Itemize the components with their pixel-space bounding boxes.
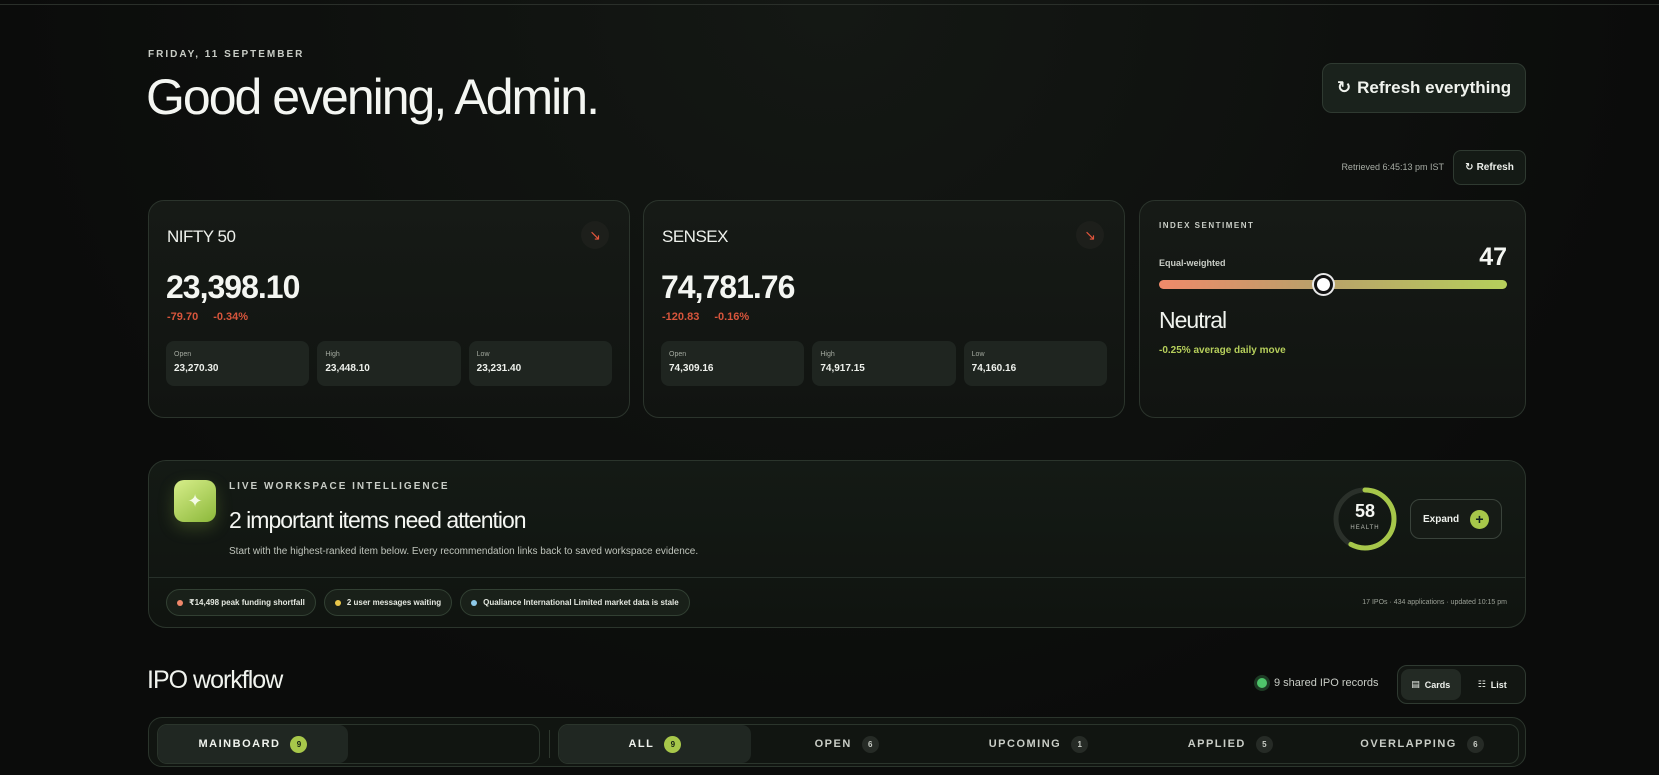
index-stats: Open 74,309.16 High 74,917.15 Low 74,160.16 (661, 341, 1107, 386)
stat-open: Open 74,309.16 (661, 341, 805, 386)
index-sentiment-card: INDEX SENTIMENT Equal-weighted 47 Neutra… (1139, 200, 1526, 418)
intel-title: 2 important items need attention (229, 507, 527, 533)
change-points: -120.83 (662, 311, 700, 323)
health-label: HEALTH (1350, 525, 1380, 531)
sentiment-score: 47 (1479, 243, 1507, 271)
list-icon: ☷ (1477, 679, 1486, 689)
status-dot (334, 599, 341, 606)
index-change: -120.83 -0.16% (662, 311, 749, 323)
view-list-button[interactable]: ☷ List (1463, 669, 1523, 700)
index-change: -79.70 -0.34% (167, 311, 248, 323)
expand-button[interactable]: Expand + (1410, 499, 1502, 539)
chip-funding-shortfall[interactable]: ₹14,498 peak funding shortfall (166, 589, 316, 616)
stat-high: High 23,448.10 (317, 341, 461, 386)
count-badge: 6 (1466, 735, 1484, 753)
health-gauge: 58 HEALTH (1332, 486, 1398, 552)
stat-open: Open 23,270.30 (166, 341, 310, 386)
tab-applied[interactable]: APPLIED 5 (1134, 725, 1326, 763)
index-name: SENSEX (662, 227, 728, 246)
shared-records: 9 shared IPO records (1257, 677, 1379, 689)
index-stats: Open 23,270.30 High 23,448.10 Low 23,231.40 (166, 341, 612, 386)
sentiment-mood: Neutral (1159, 307, 1227, 333)
stat-low: Low 23,231.40 (468, 341, 612, 386)
arrow-down-right-icon: ↘ (581, 221, 609, 249)
plus-icon: + (1470, 509, 1489, 529)
count-badge: 6 (861, 735, 879, 753)
stat-high: High 74,917.15 (812, 341, 956, 386)
retrieved-timestamp: Retrieved 6:45:13 pm IST (1341, 162, 1444, 172)
index-card-nifty[interactable]: NIFTY 50 ↘ 23,398.10 -79.70 -0.34% Open 2… (148, 200, 630, 418)
view-toggle: ▤ Cards ☷ List (1397, 665, 1526, 704)
segment-divider (549, 730, 550, 758)
refresh-icon: ↻ (1336, 78, 1352, 97)
sentiment-slider-track (1159, 275, 1507, 294)
sparkle-icon: ✦ (174, 480, 216, 522)
stat-low: Low 74,160.16 (963, 341, 1107, 386)
sentiment-average-move: -0.25% average daily move (1159, 345, 1286, 356)
tab-all[interactable]: ALL 9 (559, 725, 751, 763)
tab-mainboard[interactable]: MAINBOARD 9 (158, 725, 348, 763)
count-badge: 9 (290, 735, 308, 753)
sentiment-subtitle: Equal-weighted (1159, 258, 1226, 268)
index-value: 23,398.10 (166, 269, 300, 305)
chip-user-messages[interactable]: 2 user messages waiting (323, 589, 453, 616)
top-divider (0, 4, 1659, 5)
tab-open[interactable]: OPEN 6 (751, 725, 943, 763)
status-dot (471, 599, 478, 606)
date-label: FRIDAY, 11 SEPTEMBER (148, 49, 305, 60)
workspace-intelligence-panel: ✦ LIVE WORKSPACE INTELLIGENCE 2 importan… (148, 460, 1526, 628)
intel-kicker: LIVE WORKSPACE INTELLIGENCE (229, 481, 450, 492)
ipo-filter-bar: MAINBOARD 9 ALL 9 OPEN 6 UPCOMING 1 APPL… (148, 717, 1526, 767)
status-dot (177, 599, 183, 606)
board-segment: MAINBOARD 9 (157, 724, 540, 764)
index-card-sensex[interactable]: SENSEX ↘ 74,781.76 -120.83 -0.16% Open 74… (643, 200, 1125, 418)
index-name: NIFTY 50 (167, 227, 236, 246)
tab-overlapping[interactable]: OVERLAPPING 6 (1326, 725, 1518, 763)
sentiment-slider-knob (1313, 275, 1333, 294)
page-title: Good evening, Admin. (146, 69, 600, 125)
refresh-everything-button[interactable]: ↻ Refresh everything (1322, 63, 1526, 113)
status-segment: ALL 9 OPEN 6 UPCOMING 1 APPLIED 5 OVERLA… (558, 724, 1519, 764)
intel-description: Start with the highest-ranked item below… (229, 546, 699, 557)
count-badge: 5 (1255, 735, 1273, 753)
cards-icon: ▤ (1411, 679, 1420, 689)
count-badge: 1 (1071, 735, 1089, 753)
arrow-down-right-icon: ↘ (1076, 221, 1104, 249)
attention-chips: ₹14,498 peak funding shortfall 2 user me… (166, 589, 690, 616)
sentiment-heading: INDEX SENTIMENT (1159, 221, 1255, 230)
live-status-dot (1257, 678, 1267, 688)
tab-upcoming[interactable]: UPCOMING 1 (943, 725, 1135, 763)
count-badge: 9 (664, 735, 682, 753)
index-value: 74,781.76 (661, 269, 795, 305)
change-percent: -0.34% (213, 311, 249, 323)
ipo-section-title: IPO workflow (147, 666, 283, 694)
view-cards-button[interactable]: ▤ Cards (1401, 669, 1461, 700)
intel-divider (149, 577, 1525, 578)
chip-stale-market-data[interactable]: Qualiance International Limited market d… (460, 589, 690, 616)
change-points: -79.70 (167, 311, 199, 323)
intel-meta: 17 IPOs · 434 applications · updated 10:… (1362, 599, 1507, 606)
refresh-icon: ↻ (1465, 162, 1474, 173)
change-percent: -0.16% (714, 311, 750, 323)
refresh-button[interactable]: ↻ Refresh (1453, 150, 1526, 185)
health-value: 58 (1354, 501, 1376, 521)
